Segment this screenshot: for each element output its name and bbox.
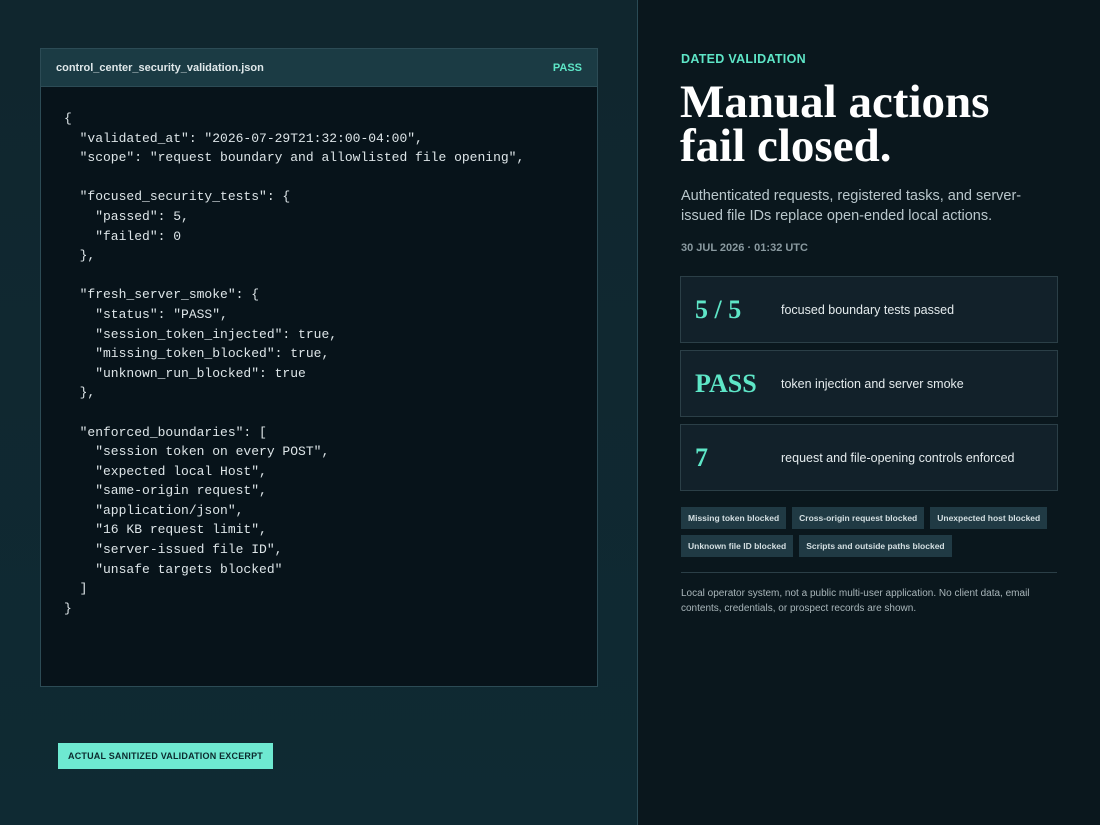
divider (681, 572, 1057, 573)
chip-cross-origin: Cross-origin request blocked (792, 507, 925, 529)
stat-label: focused boundary tests passed (781, 302, 955, 317)
code-line: "16 KB request limit", (64, 522, 267, 538)
code-line: "unknown_run_blocked": true (64, 365, 306, 381)
code-line: "enforced_boundaries": [ (64, 424, 267, 440)
code-line: { (64, 111, 72, 126)
code-line: "session_token_injected": true, (64, 326, 338, 342)
code-line: "session token on every POST", (64, 444, 330, 460)
code-line: "server-issued file ID", (64, 542, 283, 558)
stat-card-controls: 7 request and file-opening controls enfo… (680, 424, 1058, 491)
chip-unknown-file-id: Unknown file ID blocked (681, 535, 794, 557)
code-line: "status": "PASS", (64, 306, 228, 322)
code-window-header: control_center_security_validation.json … (41, 49, 597, 87)
code-line: } (64, 600, 72, 616)
chip-unexpected-host: Unexpected host blocked (930, 507, 1048, 529)
excerpt-badge: ACTUAL SANITIZED VALIDATION EXCERPT (58, 743, 274, 769)
code-body: { "validated_at": "2026-07-29T21:32:00-0… (41, 87, 597, 618)
left-panel: control_center_security_validation.json … (0, 0, 638, 825)
subhead: Authenticated requests, registered tasks… (681, 188, 1022, 224)
code-line: "expected local Host", (64, 463, 267, 479)
code-line: "failed": 0 (64, 228, 182, 244)
code-line: "unsafe targets blocked" (64, 561, 283, 577)
code-filename: control_center_security_validation.json (56, 61, 264, 74)
headline-line-2: fail closed. (680, 120, 892, 172)
headline-line-1: Manual actions (680, 76, 990, 128)
code-line: "fresh_server_smoke": { (64, 287, 260, 303)
code-window: control_center_security_validation.json … (40, 48, 598, 687)
code-line: "application/json", (64, 502, 244, 518)
code-line: }, (64, 248, 96, 264)
code-line: "validated_at": "2026-07-29T21:32:00-04:… (64, 130, 423, 146)
stat-card-tests: 5 / 5 focused boundary tests passed (680, 276, 1058, 343)
stat-value: 7 (695, 442, 708, 472)
blocked-chips: Missing token blocked Cross-origin reque… (681, 507, 1061, 557)
code-status-badge: PASS (552, 61, 582, 74)
chip-missing-token: Missing token blocked (681, 507, 787, 529)
stat-label: token injection and server smoke (781, 376, 964, 391)
eyebrow-label: DATED VALIDATION (681, 52, 806, 66)
code-line: "passed": 5, (64, 208, 189, 224)
code-line: "same-origin request", (64, 483, 267, 499)
stat-value: 5 / 5 (695, 294, 742, 324)
stat-label: request and file-opening controls enforc… (781, 450, 1015, 465)
dateline: 30 JUL 2026 · 01:32 UTC (681, 242, 808, 254)
code-line: "scope": "request boundary and allowlist… (64, 150, 525, 166)
chip-scripts-outside-paths: Scripts and outside paths blocked (799, 535, 952, 557)
stat-value: PASS (695, 368, 757, 398)
stat-card-smoke: PASS token injection and server smoke (680, 350, 1058, 417)
footnote: Local operator system, not a public mult… (681, 588, 1030, 614)
code-line: ] (64, 581, 88, 597)
code-line: }, (64, 385, 96, 401)
page-title: Manual actions fail closed. (680, 76, 1080, 172)
code-line: "focused_security_tests": { (64, 189, 291, 205)
code-line: "missing_token_blocked": true, (64, 346, 330, 362)
